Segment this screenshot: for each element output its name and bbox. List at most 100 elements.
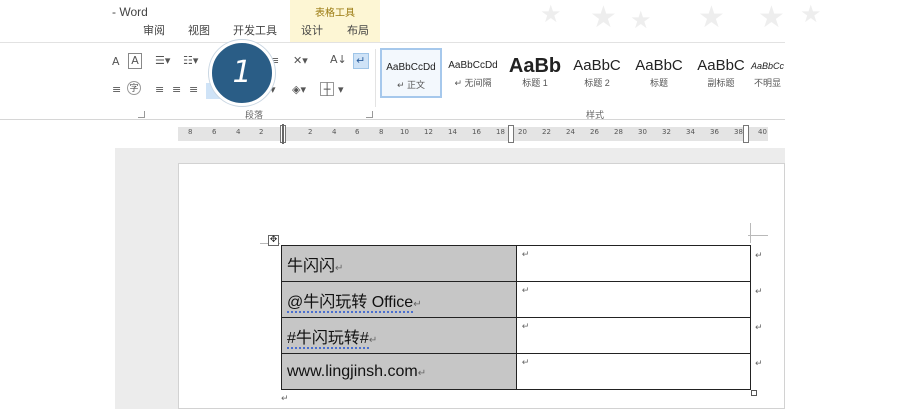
style-sample: AaBbC — [635, 57, 683, 74]
bullets-icon[interactable]: ☰▾ — [155, 54, 170, 68]
cell-text: @牛闪玩转 Office — [287, 293, 414, 313]
table-resize-handle[interactable] — [751, 390, 757, 396]
style-subtitle[interactable]: AaBbC 副标题 — [690, 48, 752, 98]
style-normal[interactable]: AaBbCcDd ↵ 正文 — [380, 48, 442, 98]
ruler-number: 4 — [236, 128, 241, 136]
ruler-number: 16 — [472, 128, 481, 136]
style-sample: AaBbC — [697, 57, 745, 74]
font-dialog-launcher[interactable] — [138, 111, 145, 118]
right-column-marker[interactable] — [743, 125, 749, 143]
document-end-mark: ↵ — [281, 393, 289, 403]
ruler-number: 32 — [662, 128, 671, 136]
table-cell[interactable]: ↵ — [515, 353, 752, 390]
align-left-icon[interactable]: ≡ — [112, 83, 121, 97]
ruler-number: 24 — [566, 128, 575, 136]
ruler-number: 2 — [308, 128, 313, 136]
tab-review[interactable]: 审阅 — [143, 22, 165, 38]
font-color-a-icon[interactable]: A — [112, 55, 120, 69]
ruler-number: 4 — [332, 128, 337, 136]
style-sample: AaBbC — [573, 57, 621, 74]
ruler-number: 40 — [758, 128, 767, 136]
table-row: @牛闪玩转 Office↵ ↵ — [281, 281, 752, 318]
shading-icon[interactable]: ◈▾ — [292, 83, 306, 97]
paragraph-dialog-launcher[interactable] — [366, 111, 373, 118]
sort-icon[interactable]: A↓ — [330, 53, 347, 67]
table-cell[interactable]: ↵ — [515, 317, 752, 354]
column-marker[interactable] — [508, 125, 514, 143]
style-title[interactable]: AaBbC 标题 — [628, 48, 690, 98]
table-tools-label: 表格工具 — [315, 8, 355, 19]
decorative-stars: ★ ★ ★ ★ ★ ★ — [540, 0, 822, 35]
borders-dropdown-icon[interactable]: ▾ — [338, 83, 344, 97]
cell-text: #牛闪玩转# — [287, 329, 369, 349]
cell-text: 牛闪闪 — [287, 257, 336, 275]
paragraph-mark: ↵ — [335, 262, 344, 274]
paragraph-mark-icon: ↵ — [356, 54, 366, 67]
ribbon: A A ☰▾ ☷▾ ≡ ✕▾ A↓ ↵ ≡ 字 ≡ ≡ ≡ ▾ ◈▾ ┼ ▾ 段… — [0, 42, 785, 120]
cell-end-mark: ↵ — [521, 357, 530, 367]
cell-end-mark: ↵ — [521, 249, 530, 259]
tab-view[interactable]: 视图 — [188, 22, 210, 38]
align-center-icon[interactable]: ≡ — [172, 83, 181, 97]
paragraph-mark: ↵ — [413, 298, 422, 310]
ruler-number: 18 — [496, 128, 505, 136]
style-heading-2[interactable]: AaBbC 标题 2 — [566, 48, 628, 98]
style-name: ↵ 无间隔 — [454, 78, 492, 88]
paragraph-group-label: 段落 — [245, 110, 264, 120]
ruler-number: 28 — [614, 128, 623, 136]
ruler-number: 8 — [379, 128, 384, 136]
ruler-cursor — [282, 124, 284, 144]
document-table[interactable]: 牛闪闪↵ ↵ @牛闪玩转 Office↵ ↵ #牛闪玩转#↵ ↵ www.lin… — [281, 245, 752, 390]
step-number-badge: 1 — [209, 40, 275, 106]
table-cell[interactable]: 牛闪闪↵ — [281, 245, 517, 282]
ruler-number: 34 — [686, 128, 695, 136]
margin-guide — [750, 223, 751, 243]
title-bar: - Word 表格工具 审阅 视图 开发工具 设计 布局 ★ ★ ★ ★ ★ ★ — [0, 0, 900, 42]
tab-developer[interactable]: 开发工具 — [233, 22, 277, 38]
horizontal-ruler[interactable]: 8 6 4 2 2 4 6 8 10 12 14 16 18 20 22 24 … — [0, 122, 785, 146]
table-cell[interactable]: ↵ — [515, 245, 752, 282]
table-move-handle-icon[interactable]: ✥ — [268, 235, 279, 246]
char-border-icon[interactable]: A — [128, 53, 142, 69]
ruler-number: 10 — [400, 128, 409, 136]
table-cell[interactable]: @牛闪玩转 Office↵ — [281, 281, 517, 318]
enclose-char-icon[interactable]: 字 — [127, 81, 141, 95]
cell-end-mark: ↵ — [521, 321, 530, 331]
table-cell[interactable]: ↵ — [515, 281, 752, 318]
ruler-number: 14 — [448, 128, 457, 136]
ruler-number: 6 — [355, 128, 360, 136]
table-row: #牛闪玩转#↵ ↵ — [281, 317, 752, 354]
borders-icon[interactable]: ┼ — [320, 82, 334, 96]
cell-end-mark: ↵ — [521, 285, 530, 295]
style-sample: AaBb — [508, 56, 562, 76]
style-heading-1[interactable]: AaBb 标题 1 — [504, 48, 566, 98]
ruler-number: 6 — [212, 128, 217, 136]
style-name: 副标题 — [707, 78, 735, 88]
style-subtle-emphasis[interactable]: AaBbCc 不明显 — [750, 48, 785, 98]
table-row: 牛闪闪↵ ↵ — [281, 245, 752, 282]
paragraph-mark: ↵ — [417, 367, 427, 379]
table-cell[interactable]: www.lingjinsh.com↵ — [281, 353, 517, 390]
style-name: 标题 — [649, 78, 668, 88]
paragraph-mark: ↵ — [368, 334, 378, 346]
numbering-icon[interactable]: ☷▾ — [183, 54, 198, 68]
style-name: 标题 1 — [522, 78, 548, 88]
ruler-number: 2 — [259, 128, 264, 136]
style-sample: AaBbCcDd — [448, 60, 498, 71]
window-title: - Word — [112, 5, 148, 19]
ruler-number: 8 — [188, 128, 193, 136]
style-no-spacing[interactable]: AaBbCcDd ↵ 无间隔 — [442, 48, 504, 98]
align-left-para-icon[interactable]: ≡ — [155, 83, 164, 97]
row-end-mark: ↵ — [755, 358, 763, 368]
table-row: www.lingjinsh.com↵ ↵ — [281, 353, 752, 390]
table-cell[interactable]: #牛闪玩转#↵ — [281, 317, 517, 354]
row-end-mark: ↵ — [755, 322, 763, 332]
align-right-icon[interactable]: ≡ — [189, 83, 198, 97]
tab-design[interactable]: 设计 — [301, 22, 323, 38]
tab-layout[interactable]: 布局 — [347, 22, 369, 38]
margin-guide — [748, 235, 768, 236]
ruler-number: 22 — [542, 128, 551, 136]
chinese-layout-icon[interactable]: ✕▾ — [293, 54, 308, 68]
styles-group-label: 样式 — [586, 110, 605, 120]
ruler-number: 38 — [734, 128, 743, 136]
